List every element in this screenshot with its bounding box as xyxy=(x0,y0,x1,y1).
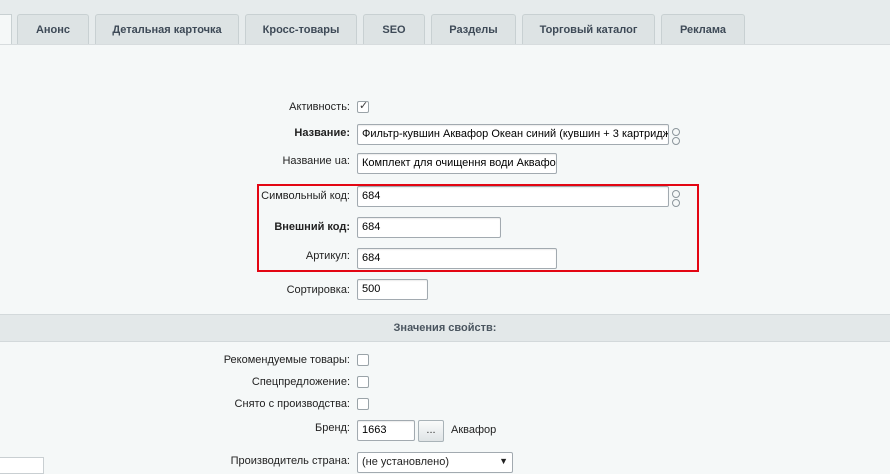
name-label: Название: xyxy=(294,127,350,139)
active-checkbox[interactable] xyxy=(357,99,369,113)
brand-label: Бренд: xyxy=(314,422,350,434)
country-label: Производитель страна: xyxy=(230,455,350,467)
tab-announcement[interactable]: Анонс xyxy=(17,14,89,44)
bottom-left-panel xyxy=(0,457,44,474)
properties-section-header: Значения свойств: xyxy=(0,314,890,342)
tab-previous-partial[interactable] xyxy=(0,14,12,44)
tab-cross-products[interactable]: Кросс-товары xyxy=(245,14,357,44)
brand-name-text: Аквафор xyxy=(451,424,497,436)
dropdown-arrow-icon: ▼ xyxy=(499,456,508,466)
active-label: Активность: xyxy=(289,101,350,113)
special-offer-checkbox[interactable] xyxy=(357,376,369,388)
discontinued-label: Снято с производства: xyxy=(234,398,350,410)
tab-trade-catalog[interactable]: Торговый каталог xyxy=(522,14,655,44)
special-offer-label: Спецпредложение: xyxy=(251,376,350,388)
name-ua-input[interactable]: Комплект для очищення води Аквафор xyxy=(357,153,557,174)
sort-input[interactable]: 500 xyxy=(357,279,428,300)
tab-advertising[interactable]: Реклама xyxy=(661,14,745,44)
discontinued-checkbox[interactable] xyxy=(357,398,369,410)
tab-content-header xyxy=(0,44,890,87)
country-select-value: (не установлено) xyxy=(362,456,449,468)
recommended-label: Рекомендуемые товары: xyxy=(223,354,350,366)
tab-sections[interactable]: Разделы xyxy=(431,14,516,44)
name-ua-label: Название ua: xyxy=(282,155,350,167)
tab-seo[interactable]: SEO xyxy=(363,14,425,44)
country-select[interactable]: (не установлено) ▼ xyxy=(357,452,513,473)
tab-detail-card[interactable]: Детальная карточка xyxy=(95,14,239,44)
name-input[interactable]: Фильтр-кувшин Аквафор Океан синий (кувши… xyxy=(357,124,669,145)
sort-label: Сортировка: xyxy=(286,284,350,296)
brand-browse-button[interactable]: ... xyxy=(418,420,444,442)
highlight-box xyxy=(257,184,699,272)
brand-id-input[interactable]: 1663 xyxy=(357,420,415,441)
tab-bar: Анонс Детальная карточка Кросс-товары SE… xyxy=(0,0,890,44)
recommended-checkbox[interactable] xyxy=(357,354,369,366)
transliterate-link-icon[interactable] xyxy=(672,128,680,146)
